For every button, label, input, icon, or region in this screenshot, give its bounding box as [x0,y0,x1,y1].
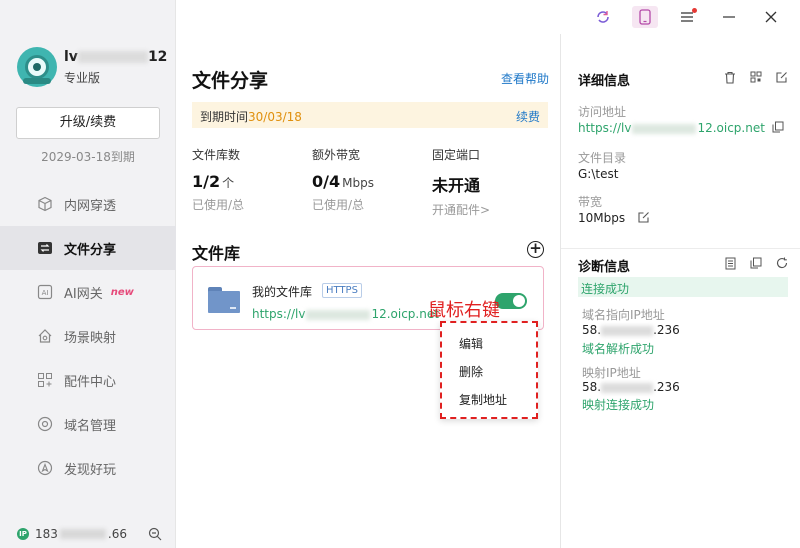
notification-dot [692,8,697,13]
sidebar-item-label: 文件分享 [64,242,117,258]
domain-ip-label: 域名指向IP地址 [582,308,665,322]
minimize-icon[interactable] [716,6,742,28]
bandwidth-value: 10Mbps [578,211,626,225]
new-badge: new [110,286,134,298]
refresh-icon[interactable] [590,6,616,28]
refresh-diagnosis-icon[interactable] [775,256,789,270]
stat-extra-bandwidth: 额外带宽 0/4 Mbps 已使用/总 [312,148,374,212]
sidebar-item-label: 发现好玩 [64,462,117,478]
library-section-title: 文件库 [192,244,241,263]
bandwidth-label: 带宽 [578,195,603,209]
ai-icon: AI [37,284,53,300]
https-tag: HTTPS [322,283,362,298]
enable-accessory-link[interactable]: 开通配件> [432,201,490,218]
close-icon[interactable] [758,6,784,28]
context-menu-edit[interactable]: 编辑 [442,330,536,358]
compass-icon [37,460,53,476]
qrcode-icon[interactable] [749,70,763,84]
right-click-annotation: 鼠标右键 [428,300,500,321]
edit-icon[interactable] [775,70,789,84]
copy-diagnosis-icon[interactable] [749,256,763,270]
ip-badge-icon: IP [17,528,29,540]
sidebar-item-discover[interactable]: 发现好玩 [0,446,176,490]
details-title: 详细信息 [578,74,631,89]
renew-link[interactable]: 续费 [516,108,540,125]
folder-icon [208,287,240,313]
map-ip-value: 58. .236 [582,380,680,394]
grid-icon [37,372,53,388]
context-menu: 编辑 删除 复制地址 [440,321,538,419]
window-toolbar [590,6,800,28]
svg-text:AI: AI [42,289,49,297]
domain-ip-value: 58. .236 [582,323,680,337]
trash-icon[interactable] [723,70,737,84]
file-share-icon [37,240,53,256]
copy-icon[interactable] [772,121,784,137]
edit-bandwidth-icon[interactable] [638,211,650,227]
diagnosis-actions [711,256,789,270]
edition-label: 专业版 [64,71,101,85]
stat-fixed-port: 固定端口 未开通 开通配件> [432,148,491,218]
house-icon [37,328,53,344]
avatar[interactable] [17,47,57,87]
zoom-icon[interactable] [148,527,162,545]
sidebar-item-label: AI网关 [64,286,103,302]
username: lv 12 [64,49,168,65]
page-title: 文件分享 [192,70,269,92]
diagnosis-title: 诊断信息 [578,260,631,275]
expiry-date-text: 2029-03-18到期 [41,150,135,164]
sidebar-item-file-share[interactable]: 文件分享 [0,226,176,270]
phone-icon[interactable] [632,6,658,28]
context-menu-delete[interactable]: 删除 [442,358,536,386]
sidebar-item-label: 场景映射 [64,330,117,346]
sidebar-item-intranet[interactable]: 内网穿透 [0,182,176,226]
add-library-button[interactable]: + [527,241,544,258]
stat-library-count: 文件库数 1/2 个 已使用/总 [192,148,245,212]
footer-ip: IP 183.66 [17,527,127,541]
details-actions [711,70,789,84]
map-connect-status: 映射连接成功 [582,398,655,412]
details-panel: 详细信息 访问地址 https://lv 12.oicp.net 文件目录 G:\… [560,34,800,548]
connection-status: 连接成功 [578,277,788,297]
sidebar-item-label: 内网穿透 [64,198,117,214]
expiry-banner: 到期时间30/03/18 续费 [192,102,548,128]
globe-icon [37,416,53,432]
access-address-link[interactable]: https://lv 12.oicp.net [578,121,765,135]
help-link[interactable]: 查看帮助 [501,70,549,87]
section-divider [561,248,800,249]
map-ip-label: 映射IP地址 [582,366,641,380]
upgrade-renew-button[interactable]: 升级/续费 [16,107,160,139]
sidebar-nav: 内网穿透 文件分享 AI AI网关 new 场景映射 配件中心 域名管理 发现好… [0,182,176,490]
sidebar-item-label: 域名管理 [64,418,117,434]
log-icon[interactable] [723,256,737,270]
sidebar-item-label: 配件中心 [64,374,117,390]
sidebar-item-accessory-center[interactable]: 配件中心 [0,358,176,402]
file-dir-value: G:\test [578,167,619,181]
library-url[interactable]: https://lv 12.oicp.net [252,307,439,321]
domain-resolve-status: 域名解析成功 [582,342,655,356]
sidebar-item-scene-mapping[interactable]: 场景映射 [0,314,176,358]
menu-icon[interactable] [674,6,700,28]
sidebar-item-ai-gateway[interactable]: AI AI网关 new [0,270,176,314]
library-name: 我的文件库 [252,285,313,299]
cube-icon [37,196,53,212]
context-menu-copy-address[interactable]: 复制地址 [442,386,536,414]
sidebar: lv 12 专业版 升级/续费 2029-03-18到期 内网穿透 文件分享 AI… [0,0,176,548]
file-dir-label: 文件目录 [578,151,627,165]
expiry-text: 到期时间30/03/18 [200,110,302,124]
sidebar-item-domain-management[interactable]: 域名管理 [0,402,176,446]
access-address-label: 访问地址 [578,105,627,119]
